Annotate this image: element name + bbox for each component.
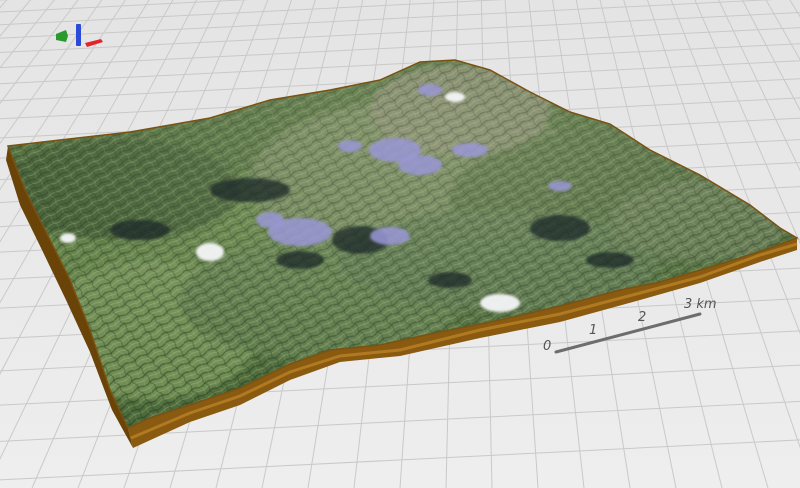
rock-patch [338, 140, 362, 152]
terrain-shadow [530, 215, 590, 241]
terrain-shadow [276, 251, 324, 269]
rock-patch [370, 227, 410, 245]
scale-tick-label-0: 0 [543, 339, 552, 354]
rock-patch [548, 181, 572, 191]
scale-tick-label-2: 2 [638, 310, 647, 325]
cloud-patch [196, 243, 224, 261]
y-axis-icon [56, 30, 68, 42]
cloud-patch [480, 294, 520, 312]
rock-patch [398, 155, 442, 175]
terrain-shadow [210, 178, 290, 202]
map-3d-viewport[interactable] [0, 0, 800, 488]
terrain-shadow [586, 252, 634, 268]
terrain-shadow [428, 272, 472, 288]
scale-tick-label-1: 1 [589, 323, 598, 338]
cloud-patch [60, 233, 76, 243]
rock-patch [418, 84, 442, 96]
z-axis-icon [76, 24, 81, 46]
x-axis-icon [85, 39, 103, 47]
rock-patch [256, 212, 284, 228]
terrain-shadow [110, 220, 170, 240]
cloud-patch [445, 92, 465, 102]
axis-orientation-gizmo[interactable] [54, 22, 106, 52]
rock-patch [452, 143, 488, 157]
scale-tick-label-3: 3 km [684, 297, 717, 312]
